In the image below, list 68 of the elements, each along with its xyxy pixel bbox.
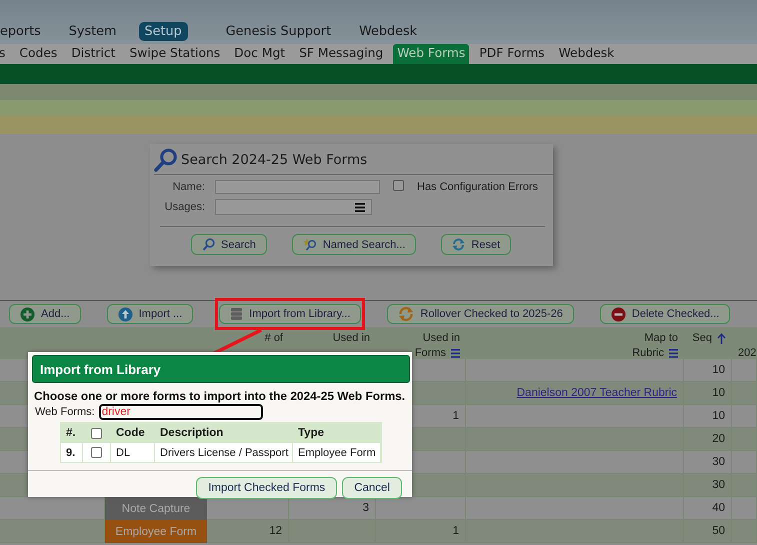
menu-icon	[355, 202, 365, 212]
usage-tag: Note Capture	[105, 497, 207, 520]
field-label: Usages:	[164, 201, 205, 213]
column-header: Type	[298, 427, 324, 439]
column-header[interactable]: # of	[264, 331, 283, 346]
table-cell: 50	[684, 520, 732, 543]
search-icon	[202, 238, 215, 251]
table-cell: Drivers License / Passport	[160, 446, 288, 458]
plus-icon	[20, 306, 35, 322]
usages-field[interactable]	[215, 199, 372, 215]
field-label: Web Forms:	[35, 406, 95, 418]
menu-item[interactable]: eports	[0, 22, 47, 41]
column-header[interactable]: 202	[738, 346, 756, 361]
column-header[interactable]: Forms	[414, 346, 446, 361]
menu-item[interactable]: Genesis Support	[220, 22, 338, 41]
minus-icon	[610, 306, 626, 322]
usage-tag: Employee Form	[105, 520, 207, 543]
menu-item[interactable]: System	[62, 22, 123, 41]
checkbox[interactable]	[393, 180, 404, 191]
search-panel-button[interactable]: Search	[191, 234, 267, 255]
table-cell: 9.	[66, 446, 76, 458]
tab[interactable]: Doc Mgt	[230, 44, 290, 64]
name-field[interactable]	[215, 180, 380, 194]
search-panel-button[interactable]: Reset	[441, 234, 512, 255]
column-header: Description	[160, 427, 224, 439]
dialog-prompt: Choose one or more forms to import into the 2024-25 Web Forms.	[34, 389, 406, 403]
dialog-title: Import from Library	[32, 355, 410, 383]
dialog-button[interactable]: Cancel	[342, 477, 402, 499]
tab[interactable]: District	[67, 44, 120, 64]
checkbox-label: Has Configuration Errors	[417, 181, 538, 193]
column-header: #.	[66, 427, 76, 439]
toolbar-button[interactable]: Import ...	[106, 304, 194, 324]
column-header[interactable]: Seq	[692, 331, 712, 346]
tab[interactable]: Swipe Stations	[125, 44, 224, 64]
search-icon	[154, 148, 178, 172]
tab[interactable]: SF Messaging	[295, 44, 388, 64]
row-checkbox[interactable]	[91, 447, 102, 458]
table-cell: Employee Form	[298, 446, 376, 458]
tab[interactable]: Web Forms	[393, 44, 470, 64]
column-header[interactable]: Map to	[644, 331, 678, 346]
dialog-button[interactable]: Import Checked Forms	[196, 477, 338, 499]
table-cell: 1	[376, 520, 466, 543]
select-all-checkbox[interactable]	[91, 428, 102, 438]
panel-title: Search 2024-25 Web Forms	[181, 152, 368, 168]
star-search-icon	[302, 238, 317, 251]
column-header[interactable]: Used in	[332, 331, 370, 346]
menu-item[interactable]: Setup	[138, 22, 188, 41]
toolbar-button[interactable]: Rollover Checked to 2025-26	[387, 304, 574, 324]
filter-field[interactable]: driver	[98, 404, 263, 420]
menu-item[interactable]: Webdesk	[353, 22, 424, 41]
toolbar-button[interactable]: Import from Library...	[219, 304, 362, 324]
tab[interactable]: Codes	[15, 44, 62, 64]
column-header[interactable]: Rubric	[632, 346, 664, 361]
search-panel-button[interactable]: Named Search...	[292, 234, 416, 255]
column-header[interactable]: Used in	[422, 331, 460, 346]
tab[interactable]: s	[0, 44, 10, 64]
rubric-link[interactable]: Danielson 2007 Teacher Rubric	[516, 387, 677, 399]
table-cell: 12	[207, 520, 289, 543]
column-header: Code	[116, 427, 145, 439]
stack-icon	[230, 307, 244, 321]
refresh-icon	[452, 238, 466, 251]
toolbar-button[interactable]: Delete Checked...	[600, 304, 730, 324]
refresh-icon	[398, 306, 414, 322]
tab[interactable]: Webdesk	[554, 44, 618, 64]
tab[interactable]: PDF Forms	[475, 44, 549, 64]
table-cell: DL	[116, 446, 130, 458]
toolbar-button[interactable]: Add...	[9, 304, 81, 324]
field-label: Name:	[172, 181, 205, 193]
